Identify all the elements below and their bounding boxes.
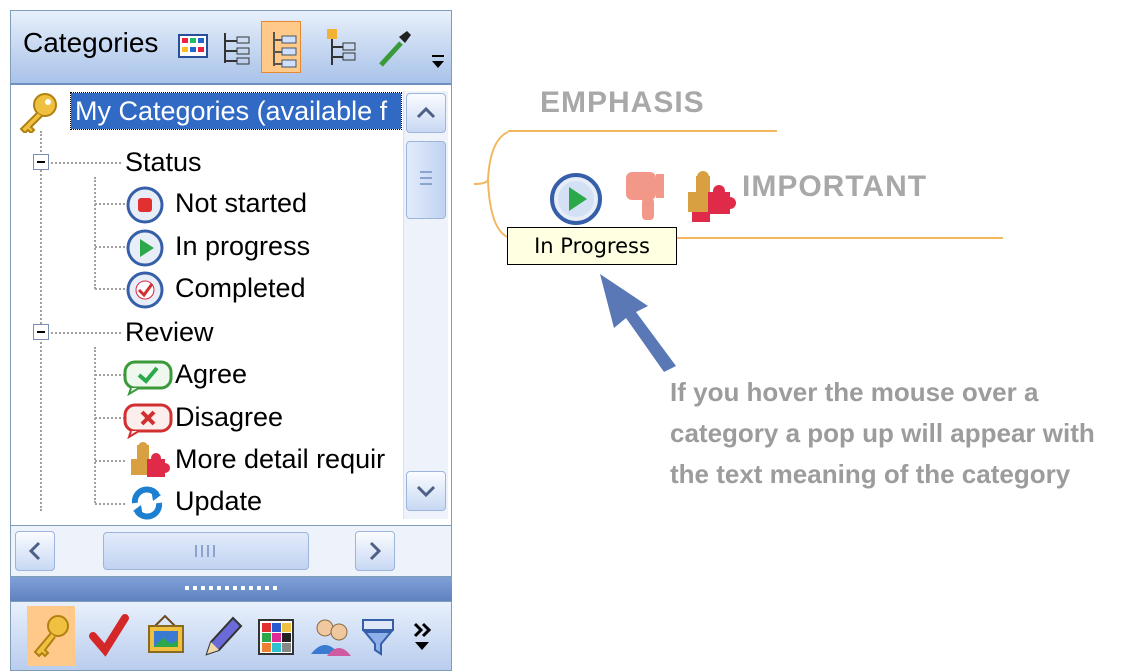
- tree-add-icon: [327, 29, 356, 65]
- topic-emphasis[interactable]: EMPHASIS: [540, 86, 705, 120]
- more-tools-button[interactable]: [405, 606, 445, 666]
- tree-group-review[interactable]: Review: [125, 314, 214, 350]
- update-icon: [131, 486, 163, 520]
- category-tooltip: In Progress: [507, 227, 677, 265]
- panel-title: Categories: [23, 27, 159, 58]
- horizontal-scroll-thumb[interactable]: [103, 532, 309, 570]
- chevron-left-icon: [28, 541, 41, 561]
- grid-view-icon: [178, 34, 208, 58]
- thumbs-down-icon[interactable]: [622, 170, 668, 224]
- puzzle-icon[interactable]: [682, 170, 736, 226]
- agree-icon: [123, 360, 173, 396]
- people-icon: [311, 619, 351, 656]
- chevron-right-icon: [369, 541, 382, 561]
- topic-important[interactable]: IMPORTANT: [742, 170, 927, 204]
- not-started-icon: [126, 186, 164, 224]
- in-progress-icon[interactable]: [548, 171, 604, 227]
- key-icon: [33, 615, 69, 658]
- collapse-review-button[interactable]: [33, 324, 49, 340]
- collapse-status-button[interactable]: [33, 154, 49, 170]
- tree-item-in-progress[interactable]: In progress: [175, 228, 310, 264]
- tree-view-icon: [224, 33, 250, 65]
- color-grid-icon: [258, 619, 294, 655]
- vertical-scroll-thumb[interactable]: [406, 141, 446, 219]
- people-button[interactable]: [307, 606, 355, 666]
- splitter-grip: [185, 586, 281, 590]
- eyedropper-button[interactable]: [373, 21, 413, 73]
- grid-view-button[interactable]: [173, 21, 213, 73]
- key-button[interactable]: [27, 606, 75, 666]
- puzzle-icon: [131, 442, 170, 477]
- horizontal-scrollbar[interactable]: [10, 525, 452, 577]
- panel-header: Categories: [10, 10, 452, 85]
- more-icon: [413, 622, 432, 650]
- tree-item-not-started[interactable]: Not started: [175, 185, 307, 221]
- chevron-up-icon: [416, 106, 436, 119]
- scroll-up-button[interactable]: [406, 93, 446, 133]
- categories-panel: Categories My Categories (available f St…: [10, 10, 452, 671]
- scroll-right-button[interactable]: [355, 531, 395, 571]
- pointer-arrow-icon: [600, 274, 676, 372]
- tree-root-label: My Categories (available f: [75, 96, 388, 126]
- pen-button[interactable]: [197, 606, 245, 666]
- check-button[interactable]: [85, 606, 133, 666]
- completed-icon: [126, 271, 164, 309]
- category-tree: My Categories (available f Status Not st…: [10, 85, 452, 525]
- eyedropper-icon: [379, 31, 411, 67]
- scroll-left-button[interactable]: [15, 531, 55, 571]
- tree-group-status[interactable]: Status: [125, 144, 202, 180]
- tree-add-button[interactable]: [321, 21, 361, 73]
- tree-root-item[interactable]: My Categories (available f: [70, 92, 402, 130]
- in-progress-icon: [126, 229, 164, 267]
- scroll-down-button[interactable]: [406, 471, 446, 511]
- pen-icon: [205, 616, 243, 656]
- vertical-scrollbar[interactable]: [403, 91, 448, 519]
- tree-item-agree[interactable]: Agree: [175, 356, 247, 392]
- tree-item-more-detail[interactable]: More detail requir: [175, 441, 385, 477]
- picture-icon: [148, 614, 184, 653]
- picture-button[interactable]: [141, 606, 189, 666]
- tree-item-completed[interactable]: Completed: [175, 270, 306, 306]
- panel-splitter[interactable]: [10, 577, 452, 601]
- filter-icon: [362, 619, 394, 656]
- chevron-down-icon: [416, 485, 436, 498]
- chevron-down-icon: [432, 55, 444, 68]
- header-menu-button[interactable]: [429, 41, 447, 71]
- color-grid-button[interactable]: [251, 606, 299, 666]
- tree-view-button[interactable]: [215, 21, 255, 73]
- filter-button[interactable]: [357, 606, 405, 666]
- tree-item-update[interactable]: Update: [175, 483, 262, 519]
- tree-detail-button[interactable]: [261, 21, 301, 73]
- tree-item-disagree[interactable]: Disagree: [175, 399, 283, 435]
- explanation-text: If you hover the mouse over a category a…: [670, 377, 1095, 489]
- disagree-icon: [123, 403, 173, 439]
- tree-detail-icon: [273, 32, 297, 68]
- check-icon: [89, 614, 129, 657]
- key-icon: [19, 93, 57, 133]
